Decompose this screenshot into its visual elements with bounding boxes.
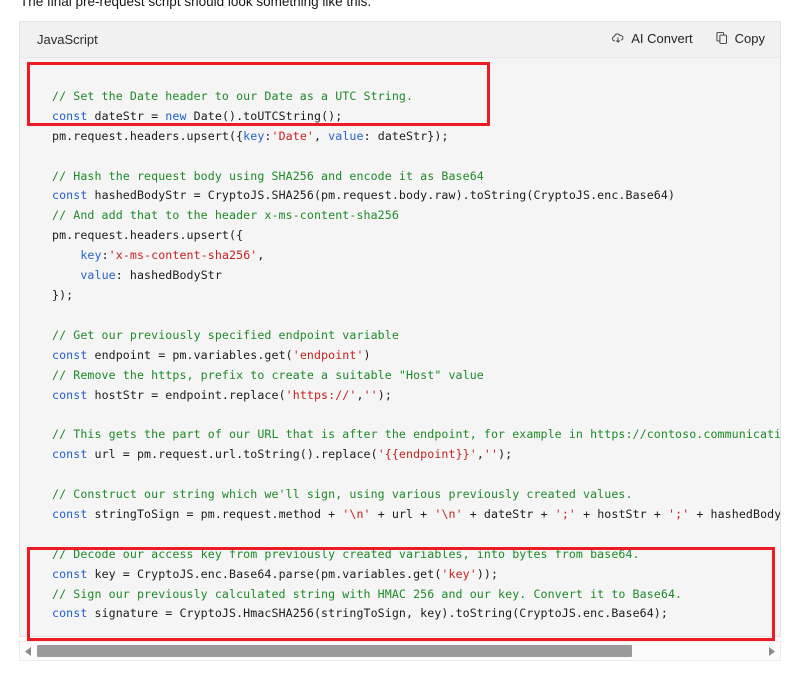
copy-icon [715,31,729,45]
scrollbar-thumb[interactable] [37,645,633,657]
ai-convert-label: AI Convert [631,30,693,46]
language-label: JavaScript [37,32,98,47]
ai-convert-button[interactable]: AI Convert [609,30,694,46]
copy-label: Copy [734,30,765,46]
code-card-header: JavaScript AI Convert Copy [20,22,780,58]
chevron-left-icon[interactable] [20,642,37,660]
code-block-card: JavaScript AI Convert Copy // Set the Da… [19,21,781,637]
code-content: // Set the Date header to our Date as a … [52,88,780,621]
code-card-actions: AI Convert Copy [609,30,767,46]
copy-button[interactable]: Copy [713,30,767,46]
intro-text: The final pre-request script should look… [20,0,372,9]
ai-convert-icon [611,31,625,45]
screenshot-root: The final pre-request script should look… [0,0,809,678]
code-scroll-surface[interactable]: // Set the Date header to our Date as a … [20,58,780,636]
scrollbar-track[interactable] [37,642,763,660]
chevron-right-icon[interactable] [763,642,780,660]
horizontal-scrollbar[interactable] [19,641,781,661]
